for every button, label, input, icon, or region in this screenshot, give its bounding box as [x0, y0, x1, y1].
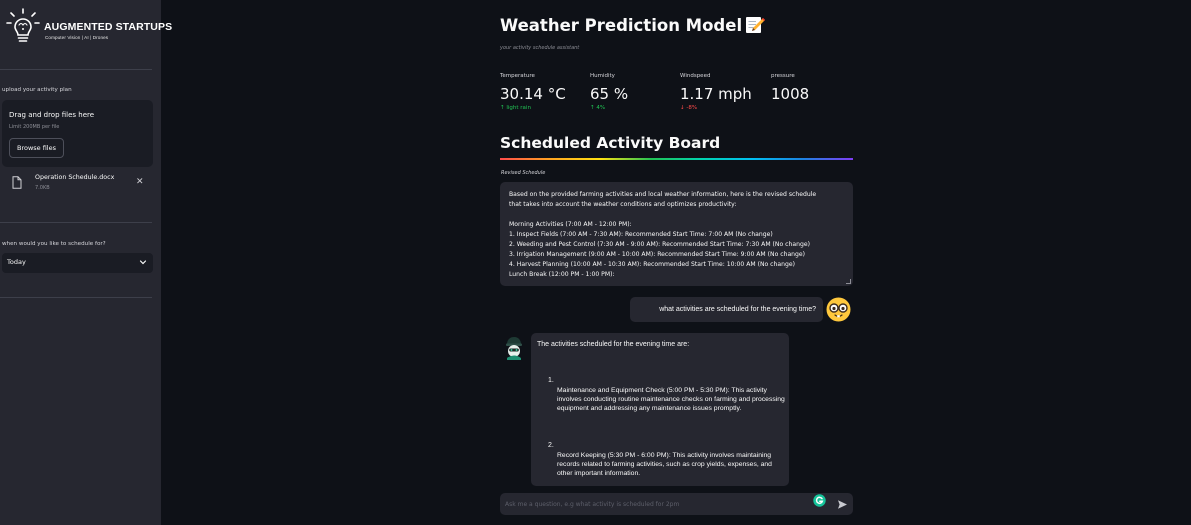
schedule-select[interactable]: Today [2, 253, 153, 273]
chat-input-bar [500, 493, 853, 515]
metric-label: Windspeed [680, 73, 711, 79]
sidebar-divider [0, 297, 152, 298]
memo-icon [746, 17, 766, 33]
schedule-label: when would you like to schedule for? [2, 241, 106, 247]
schedule-caption: Revised Schedule [501, 170, 546, 176]
schedule-line: Based on the provided farming activities… [509, 191, 817, 198]
metric-label: Temperature [500, 73, 535, 79]
metric-value: 30.14 °C [500, 85, 566, 103]
list-item: Record Keeping (5:30 PM - 6:00 PM): This… [557, 452, 772, 477]
page-title: Weather Prediction Model [500, 15, 766, 35]
brand-logo: AUGMENTED STARTUPS Computer Vision | AI … [4, 8, 172, 48]
schedule-line: 1. Inspect Fields (7:00 AM - 7:30 AM): R… [509, 231, 773, 238]
sidebar: AUGMENTED STARTUPS Computer Vision | AI … [0, 0, 172, 525]
sidebar-divider [0, 69, 152, 70]
chevron-down-icon [139, 260, 147, 265]
metric-delta: ↓ -8% [680, 105, 698, 111]
metric-delta: ↑ light rain [500, 105, 531, 111]
dropzone-limit: Limit 200MB per file [9, 124, 60, 130]
page-caption: your activity schedule assistant [500, 45, 580, 51]
file-size: 7.0KB [35, 185, 50, 191]
list-item-number: 1. [548, 377, 554, 384]
metric-humidity: Humidity 65 % ↑ 4% [590, 73, 628, 111]
rainbow-divider [500, 158, 853, 160]
lightbulb-brain-icon [6, 8, 40, 42]
revised-schedule-textarea[interactable]: Based on the provided farming activities… [500, 182, 853, 286]
list-item-number: 2. [548, 442, 554, 449]
schedule-line: 3. Irrigation Management (9:00 AM - 10:0… [509, 251, 806, 258]
page-title-text: Weather Prediction Model [500, 15, 743, 35]
grammarly-icon[interactable] [813, 494, 826, 507]
schedule-line: Morning Activities (7:00 AM - 12:00 PM): [509, 221, 632, 228]
file-icon [12, 176, 22, 189]
send-icon[interactable] [837, 499, 848, 510]
metric-pressure: pressure 1008 [771, 73, 809, 103]
nerd-face-icon [826, 297, 851, 322]
assistant-message: The activities scheduled for the evening… [531, 333, 789, 486]
schedule-select-value: Today [7, 258, 26, 266]
chat-input[interactable] [505, 496, 805, 512]
schedule-line: 4. Harvest Planning (10:00 AM - 10:30 AM… [509, 261, 795, 268]
sidebar-divider [0, 222, 152, 223]
robot-avatar-icon [506, 337, 522, 360]
uploaded-file: Operation Schedule.docx 7.0KB ✕ [2, 172, 153, 198]
file-dropzone[interactable]: Drag and drop files here Limit 200MB per… [2, 100, 153, 167]
metric-label: Humidity [590, 73, 615, 79]
assistant-intro: The activities scheduled for the evening… [537, 341, 690, 348]
resize-handle[interactable] [846, 279, 851, 284]
metric-value: 1008 [771, 85, 810, 103]
user-message-text: what activities are scheduled for the ev… [659, 306, 816, 313]
upload-label: upload your activity plan [2, 87, 72, 93]
metric-temperature: Temperature 30.14 °C ↑ light rain [500, 73, 566, 111]
user-message: what activities are scheduled for the ev… [630, 297, 823, 322]
schedule-line: Lunch Break (12:00 PM - 1:00 PM): [509, 271, 615, 278]
metric-value: 1.17 mph [680, 85, 752, 103]
file-name: Operation Schedule.docx [35, 174, 115, 181]
close-icon[interactable]: ✕ [136, 177, 144, 187]
section-title: Scheduled Activity Board [500, 134, 721, 152]
brand-subtitle: Computer Vision | AI | Drones [45, 35, 109, 40]
browse-files-button[interactable]: Browse files [9, 138, 64, 158]
schedule-line: 2. Weeding and Pest Control (7:30 AM - 9… [509, 241, 810, 248]
schedule-line: that takes into account the weather cond… [509, 201, 737, 208]
metric-delta: ↑ 4% [590, 105, 606, 111]
metric-label: pressure [771, 73, 795, 79]
brand-title: AUGMENTED STARTUPS [44, 21, 173, 33]
list-item: Maintenance and Equipment Check (5:00 PM… [557, 387, 785, 412]
dropzone-title: Drag and drop files here [9, 111, 95, 119]
schedule-line [509, 210, 844, 220]
metric-windspeed: Windspeed 1.17 mph ↓ -8% [680, 73, 752, 111]
metric-value: 65 % [590, 85, 629, 103]
